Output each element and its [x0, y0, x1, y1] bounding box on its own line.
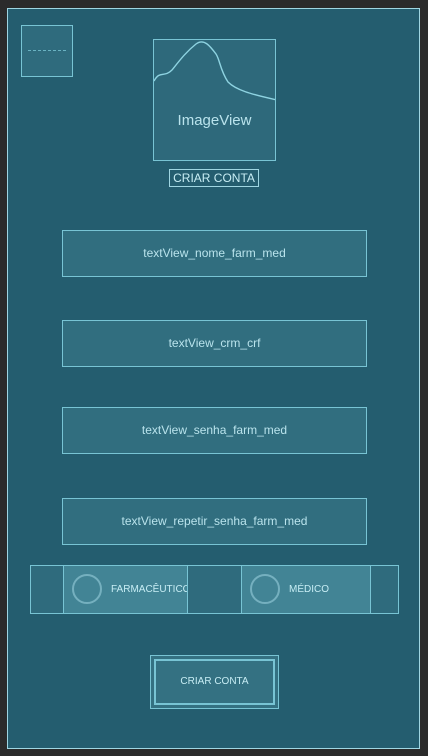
screen-root: ImageView CRIAR CONTA textView_nome_farm… [7, 8, 420, 749]
radio-medico[interactable]: MÉDICO [241, 566, 371, 613]
image-placeholder-icon [154, 41, 275, 101]
create-account-button[interactable]: CRIAR CONTA [150, 655, 279, 709]
profile-radio-group: FARMACÊUTICO MÉDICO [30, 565, 399, 614]
radio-farmaceutico-label: FARMACÊUTICO [111, 584, 188, 595]
password-field[interactable]: textView_senha_farm_med [62, 407, 367, 454]
radio-circle-icon [250, 574, 280, 604]
back-button-placeholder-icon [28, 50, 66, 51]
back-button[interactable] [21, 25, 73, 77]
page-title: CRIAR CONTA [169, 169, 259, 187]
logo-image: ImageView [153, 39, 276, 161]
name-field[interactable]: textView_nome_farm_med [62, 230, 367, 277]
radio-medico-label: MÉDICO [289, 584, 329, 595]
radio-farmaceutico[interactable]: FARMACÊUTICO [63, 566, 188, 613]
repeat-password-field[interactable]: textView_repetir_senha_farm_med [62, 498, 367, 545]
image-view-label: ImageView [177, 112, 252, 129]
create-account-button-label: CRIAR CONTA [154, 659, 275, 705]
radio-circle-icon [72, 574, 102, 604]
crm-crf-field[interactable]: textView_crm_crf [62, 320, 367, 367]
